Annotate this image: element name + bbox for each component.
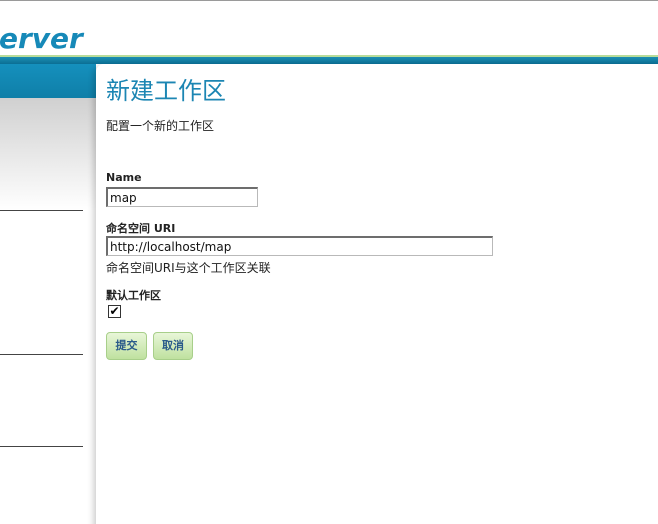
top-border: [0, 0, 658, 1]
namespace-uri-help: 命名空间URI与这个工作区关联: [106, 261, 271, 275]
name-input[interactable]: [106, 187, 258, 207]
page-title: 新建工作区: [106, 77, 226, 105]
default-workspace-checkbox[interactable]: ✔: [108, 305, 121, 318]
logo[interactable]: erver: [0, 21, 83, 57]
page-description: 配置一个新的工作区: [106, 119, 215, 133]
checkmark-icon: ✔: [109, 304, 120, 318]
sidebar-divider: [0, 354, 83, 355]
app-window: erver 新建工作区 配置一个新的工作区 Name 命名空间 URI 命名空间…: [0, 0, 658, 524]
sidebar-divider: [0, 210, 83, 211]
submit-button[interactable]: 提交: [106, 332, 147, 360]
header-strip: [0, 57, 658, 64]
default-workspace-label: 默认工作区: [106, 289, 161, 302]
namespace-uri-input[interactable]: [106, 236, 493, 256]
name-label: Name: [106, 171, 142, 184]
sidebar-section: [0, 98, 96, 210]
sidebar-divider: [0, 446, 83, 447]
namespace-uri-label: 命名空间 URI: [106, 222, 176, 235]
cancel-button[interactable]: 取消: [153, 332, 193, 360]
sidebar-header-bar: [0, 64, 96, 98]
